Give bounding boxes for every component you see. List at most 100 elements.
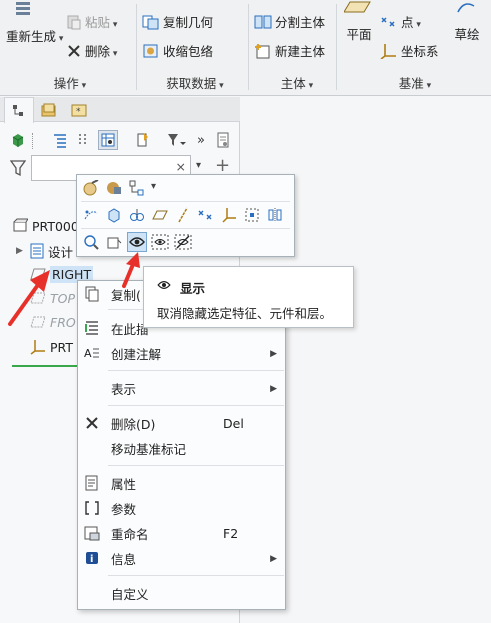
pattern-button[interactable] [81,205,101,225]
copy-geometry-label: 复制几何 [163,15,214,30]
regenerate-button[interactable]: 重新生成 [6,2,62,46]
expand-arrow-icon[interactable]: ▶ [16,246,30,256]
show-only-button[interactable] [150,232,170,252]
tree-columns-button[interactable] [74,130,94,150]
more-tools-button[interactable]: » [191,130,211,150]
eye-icon [129,237,145,247]
paintbrush-icon [83,180,99,196]
panel-tabs: * [0,97,240,123]
menu-item-rename[interactable]: 重命名 F2 [78,521,285,546]
brackets-icon [84,500,100,516]
sketch-region-button[interactable] [242,205,262,225]
show-button[interactable] [127,232,147,252]
render-button[interactable] [104,178,124,198]
show-tree-items-button[interactable] [8,130,28,150]
context-menu: 复制( 在此插 A 创建注解 ▶ 表示 ▶ 删除(D) Del 移动基准标记 属… [77,280,286,610]
tab-model-tree[interactable] [4,97,34,123]
extrude-icon [108,208,120,223]
shrinkwrap-label: 收缩包络 [163,44,214,59]
coordinate-system-button[interactable]: 坐标系 [380,41,439,60]
plane-button[interactable]: 平面 [342,0,376,46]
group-label-operations[interactable]: 操作 [30,73,110,92]
sketch-label: 草绘 [454,27,480,42]
hide-button[interactable] [104,232,124,252]
plane-small-icon [152,210,168,220]
datum-plane-button[interactable] [150,205,170,225]
split-body-button[interactable]: 分割主体 [254,12,325,31]
filter-icon [9,159,27,180]
menu-item-properties[interactable]: 属性 [78,471,285,496]
tree-list-button[interactable] [50,130,70,150]
search-dropdown-icon[interactable]: ▾ [196,160,201,171]
zoom-to-selected-button[interactable] [81,232,101,252]
menu-item-move-datum-tag[interactable]: 移动基准标记 [78,436,285,461]
ribbon: 重新生成 粘贴 删除 操作 复制几何 收缩包络 获取数据 分割主体 新建主体 主… [0,0,491,96]
tooltip-title: 显示 [180,281,206,296]
hide-box-icon [107,237,122,249]
tree-view-icon [101,133,115,147]
regenerate-label: 重新生成 [6,26,63,45]
tree-settings-button[interactable] [98,130,118,150]
delete-button[interactable]: 删除 [66,41,117,60]
datum-axis-button[interactable] [173,205,193,225]
menu-item-delete[interactable]: 删除(D) Del [78,411,285,436]
mirror-icon [268,208,282,222]
add-filter-icon[interactable]: + [215,155,230,176]
menu-item-parameters[interactable]: 参数 [78,496,285,521]
clear-search-icon[interactable]: × [176,159,186,174]
csys-small-icon [222,208,236,223]
mirror-button[interactable] [265,205,285,225]
sketch-button[interactable]: 草绘 [449,0,485,46]
tree-options-button[interactable] [213,130,233,150]
revolve-icon [130,209,144,221]
tab-folder-browser[interactable] [34,97,64,122]
filter-dropdown-icon [168,134,186,146]
hide-others-button[interactable] [173,232,193,252]
tree-item-design-items[interactable]: ▶ 设计 [16,240,73,262]
coordinate-system-label: 坐标系 [401,44,439,59]
datum-plane-icon [30,268,46,280]
csys-icon [30,340,45,355]
columns-icon [79,134,86,146]
copy-geometry-button[interactable]: 复制几何 [142,12,213,31]
plane-label: 平面 [346,27,372,42]
menu-item-show-as[interactable]: 表示 ▶ [78,376,285,401]
tree-item-root[interactable]: PRT000 [12,215,79,237]
hierarchy-button[interactable] [127,178,147,198]
paste-button[interactable]: 粘贴 [66,12,117,31]
submenu-arrow-icon: ▶ [270,553,277,564]
cube-green-icon [12,134,24,147]
copy-icon [84,286,100,302]
tab-favorites[interactable]: * [64,97,94,122]
group-label-get-data[interactable]: 获取数据 [150,73,240,92]
tree-filter-options-button[interactable] [165,130,187,150]
revolve-button[interactable] [127,205,147,225]
tree-item-label: 设计 [48,244,74,260]
favorites-icon: * [71,104,87,117]
extrude-button[interactable] [104,205,124,225]
submenu-arrow-icon: ▶ [270,348,277,359]
shrinkwrap-button[interactable]: 收缩包络 [142,41,213,60]
group-label-body[interactable]: 主体 [262,73,332,92]
properties-icon [84,475,100,491]
datum-csys-button[interactable] [219,205,239,225]
point-button[interactable]: 点 [380,12,421,31]
new-body-button[interactable]: 新建主体 [254,41,325,60]
mini-toolbar-dropdown-icon[interactable]: ▾ [151,181,156,192]
menu-item-info[interactable]: i 信息 ▶ [78,546,285,571]
datum-point-button[interactable] [196,205,216,225]
menu-item-label: 自定义 [111,587,149,602]
delete-x-icon [68,44,80,57]
appearance-button[interactable] [81,178,101,198]
insert-here-indicator[interactable] [12,365,80,367]
regenerate-icon [16,2,30,15]
tree-item-top-plane[interactable]: TOP [30,287,75,309]
menu-item-create-annotation[interactable]: A 创建注解 ▶ [78,341,285,366]
tree-item-front-plane[interactable]: FRO [30,311,76,333]
eye-crossed-icon [174,234,192,250]
show-tooltip: 显示 取消隐藏选定特征、元件和层。 [143,266,354,328]
group-label-datum[interactable]: 基准 [375,73,455,92]
menu-item-customize[interactable]: 自定义 [78,581,285,606]
insert-here-button[interactable] [133,130,153,150]
tree-item-csys[interactable]: PRT [30,336,73,358]
